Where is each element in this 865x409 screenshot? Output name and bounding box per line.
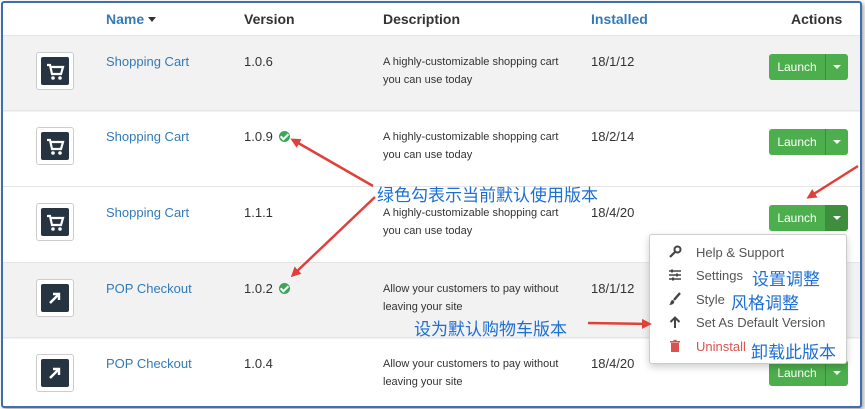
version-label: 1.0.6 [244,54,273,69]
installed-date: 18/2/14 [591,129,635,144]
wrench-icon [668,245,682,259]
launch-button[interactable]: Launch [769,129,825,155]
table-row: Shopping Cart 1.0.6 A highly-customizabl… [3,35,860,112]
default-check-icon [278,283,290,294]
paintbrush-icon [668,292,682,306]
cart-icon [36,127,74,165]
cart-icon [36,203,74,241]
app-frame: Name Version Description Installed Actio… [1,1,862,408]
actions-column-header: Actions [791,11,843,27]
trash-icon [668,339,682,353]
external-arrow-icon [36,279,74,317]
cart-icon [36,52,74,90]
annotation-set-default: 设为默认购物车版本 [414,320,567,339]
app-name-link[interactable]: Shopping Cart [106,205,189,220]
sliders-icon [668,268,682,282]
description-text: A highly-customizable shopping cart you c… [383,207,559,237]
default-check-icon [278,131,290,142]
installed-column-header[interactable]: Installed [591,11,648,27]
version-label: 1.0.9 [244,129,290,144]
annotation-uninstall: 卸载此版本 [751,343,836,362]
version-label: 1.0.4 [244,356,273,371]
menu-item-help-support[interactable]: Help & Support [650,242,846,264]
description-text: Allow your customers to pay without leavi… [383,283,559,313]
version-label: 1.0.2 [244,281,290,296]
launch-button[interactable]: Launch [769,54,825,80]
arrow-up-icon [668,315,682,329]
launch-dropdown-toggle[interactable] [825,129,848,155]
installed-date: 18/4/20 [591,356,635,371]
app-name-link[interactable]: POP Checkout [106,281,192,296]
installed-date: 18/4/20 [591,205,635,220]
app-name-link[interactable]: Shopping Cart [106,129,189,144]
version-column-header: Version [244,11,295,27]
description-text: A highly-customizable shopping cart you c… [383,56,559,86]
annotation-settings: 设置调整 [752,270,820,289]
installed-date: 18/1/12 [591,54,635,69]
launch-button[interactable]: Launch [769,205,825,231]
menu-item-set-default-version[interactable]: Set As Default Version [650,312,846,334]
app-name-link[interactable]: POP Checkout [106,356,192,371]
description-column-header: Description [383,11,461,27]
description-text: Allow your customers to pay without leavi… [383,358,559,388]
table-header: Name Version Description Installed Actio… [3,3,860,37]
launch-button-group: Launch [769,129,848,155]
description-text: A highly-customizable shopping cart you c… [383,131,559,161]
launch-button-group: Launch [769,54,848,80]
launch-dropdown-toggle[interactable] [825,205,848,231]
version-label: 1.1.1 [244,205,273,220]
annotation-style: 风格调整 [731,294,799,313]
name-column-header[interactable]: Name [106,11,157,27]
annotation-default-marker: 绿色勾表示当前默认使用版本 [377,186,598,205]
table-row: Shopping Cart 1.0.9 A highly-customizabl… [3,110,860,187]
app-name-link[interactable]: Shopping Cart [106,54,189,69]
launch-button-group: Launch [769,205,848,231]
external-arrow-icon [36,354,74,392]
launch-dropdown-toggle[interactable] [825,54,848,80]
installed-date: 18/1/12 [591,281,635,296]
sort-caret-icon [148,16,157,22]
